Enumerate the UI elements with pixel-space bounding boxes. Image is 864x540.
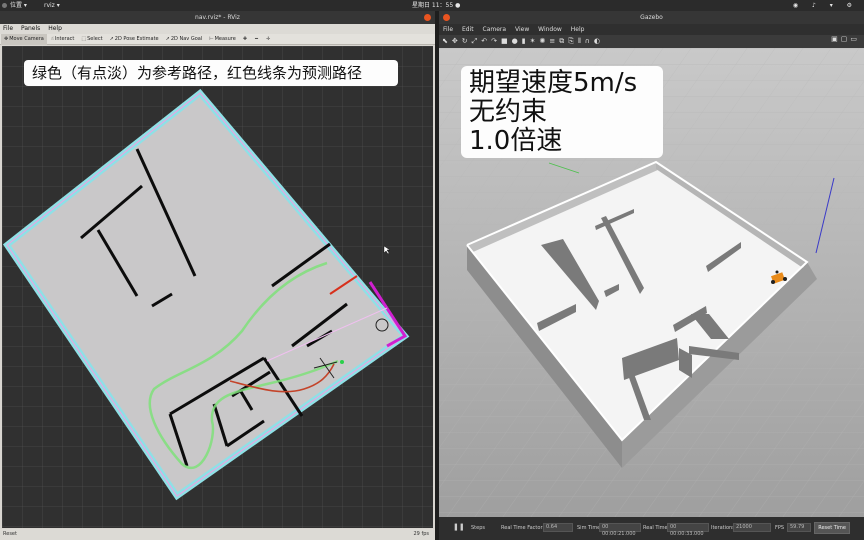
rviz-3d-view[interactable] — [2, 46, 433, 528]
gazebo-titlebar: Gazebo — [439, 11, 864, 24]
caption-line-constraint: 无约束 — [469, 97, 548, 127]
tool-measure[interactable]: ⊢Measure — [206, 34, 239, 45]
rviz-menubar: File Panels Help — [0, 24, 435, 34]
menu-window[interactable]: Window — [538, 26, 562, 33]
tool-select[interactable]: ⬚Select — [78, 34, 105, 45]
screenshot-tool-icon[interactable]: ▢ — [841, 35, 851, 43]
tool-label: Interact — [54, 36, 75, 42]
pause-button[interactable]: ❚❚ — [453, 523, 465, 531]
menu-file[interactable]: File — [3, 25, 13, 32]
activities-icon[interactable] — [2, 3, 7, 8]
menu-file[interactable]: File — [443, 26, 453, 33]
rotate-icon[interactable]: ↻ — [462, 37, 468, 45]
reset-button[interactable]: Reset — [3, 529, 17, 540]
snap-icon[interactable]: ∩ — [585, 37, 590, 45]
menu-camera[interactable]: Camera — [483, 26, 507, 33]
menu-panels[interactable]: Panels — [21, 25, 40, 32]
tool-remove-tool[interactable]: ━ — [252, 34, 262, 45]
menu-help[interactable]: Help — [571, 26, 585, 33]
gazebo-toolbar-right: ▣▢▭ — [831, 35, 860, 43]
menu-view[interactable]: View — [515, 26, 529, 33]
gazebo-toolbar: ⬉ ✥ ↻ ⤢ ↶ ↷ ■ ● ▮ ✶ ✺ ≡ ⧉ ⎘ ⫴ ∩ ◐ — [439, 35, 864, 48]
gazebo-menubar: File Edit Camera View Window Help — [439, 24, 864, 35]
tool-interact[interactable]: ☝Interact — [48, 34, 78, 45]
copy-icon[interactable]: ⧉ — [559, 37, 564, 45]
interact-icon: ☝ — [50, 36, 54, 42]
paste-icon[interactable]: ⎘ — [568, 37, 574, 45]
tool-label: Measure — [214, 36, 236, 42]
real-time-factor-value: 0.64 — [543, 523, 573, 532]
fps-readout: 29 fps — [413, 531, 430, 537]
iterations-label: Iterations — [711, 525, 735, 531]
system-top-bar: 位置 ▾ rviz ▾ 星期日 11：55 ● ◉ ♪ ▾ ⚙ — [0, 0, 864, 11]
dirlight-icon[interactable]: ≡ — [549, 37, 555, 45]
translate-icon[interactable]: ✥ — [452, 37, 458, 45]
rviz-window: nav.rviz* - RViz File Panels Help ✥Move … — [0, 11, 435, 540]
nav-goal-icon: ➚ — [165, 36, 170, 42]
iterations-value: 21000 — [733, 523, 771, 532]
move-camera-icon: ✥ — [4, 36, 9, 42]
sim-time-label: Sim Time — [577, 525, 601, 531]
real-time-factor-label: Real Time Factor: — [501, 525, 545, 531]
camera-view-icon[interactable]: ◐ — [594, 37, 600, 45]
undo-icon[interactable]: ↶ — [481, 37, 487, 45]
remove-tool-icon: ━ — [255, 36, 259, 42]
clock[interactable]: 星期日 11：55 ● — [412, 0, 460, 11]
tool-pose-estimate[interactable]: ➚2D Pose Estimate — [107, 34, 162, 45]
sphere-icon[interactable]: ● — [512, 37, 518, 45]
gazebo-bottom-bar: ❚❚ Steps Real Time Factor: 0.64 Sim Time… — [439, 517, 864, 540]
fps-label: FPS — [775, 525, 785, 531]
tool-label: Move Camera — [9, 36, 44, 42]
pointer-icon[interactable]: ⬉ — [442, 37, 448, 45]
gazebo-window-title: Gazebo — [640, 14, 663, 21]
sim-time-value: 00 00:00:21.000 — [599, 523, 641, 537]
robot-position — [340, 360, 344, 364]
cylinder-icon[interactable]: ▮ — [522, 37, 526, 45]
select-icon: ⬚ — [81, 36, 87, 42]
screenshot-tool-icon[interactable]: ▣ — [831, 35, 841, 43]
system-tray[interactable]: ◉ ♪ ▾ ⚙ — [793, 0, 858, 11]
align-icon[interactable]: ⫴ — [578, 37, 581, 45]
caption-line-speed: 期望速度5m/s — [469, 68, 638, 98]
redo-icon[interactable]: ↷ — [491, 37, 497, 45]
add-tool-icon: ✚ — [242, 36, 248, 42]
scale-icon[interactable]: ⤢ — [472, 37, 478, 45]
screenshot-tool-icon[interactable]: ▭ — [850, 35, 860, 43]
tool-nav-goal[interactable]: ➚2D Nav Goal — [163, 34, 206, 45]
pose-estimate-icon: ➚ — [109, 36, 114, 42]
tool-add-tool[interactable]: ✚ — [240, 34, 251, 45]
tool-target[interactable]: ✛ — [263, 34, 274, 45]
places-menu[interactable]: 位置 ▾ — [10, 0, 27, 11]
target-icon: ✛ — [266, 36, 271, 42]
tool-move-camera[interactable]: ✥Move Camera — [1, 34, 47, 45]
rviz-statusbar: Reset 29 fps — [0, 529, 435, 540]
reset-time-button[interactable]: Reset Time — [814, 522, 850, 534]
app-menu[interactable]: rviz ▾ — [44, 0, 60, 11]
fps-value: 59.79 — [787, 523, 811, 532]
real-time-value: 00 00:00:33.000 — [667, 523, 709, 537]
light-icon[interactable]: ✶ — [530, 37, 536, 45]
steps-label: Steps — [471, 525, 485, 531]
spotlight-icon[interactable]: ✺ — [539, 37, 545, 45]
menu-edit[interactable]: Edit — [462, 26, 474, 33]
rviz-toolbar: ✥Move Camera ☝Interact ⬚Select ➚2D Pose Est… — [0, 34, 435, 45]
rviz-map-canvas[interactable] — [2, 46, 433, 528]
close-icon[interactable] — [443, 14, 450, 21]
measure-icon: ⊢ — [209, 36, 214, 42]
tool-label: 2D Pose Estimate — [114, 36, 159, 42]
gazebo-caption-overlay: 期望速度5m/s 无约束 1.0倍速 — [461, 66, 663, 158]
caption-line-playback: 1.0倍速 — [469, 126, 563, 156]
real-time-label: Real Time — [643, 525, 668, 531]
tool-label: 2D Nav Goal — [170, 36, 203, 42]
tool-label: Select — [87, 36, 103, 42]
rviz-titlebar: nav.rviz* - RViz — [0, 11, 435, 24]
menu-help[interactable]: Help — [48, 25, 62, 32]
box-icon[interactable]: ■ — [501, 37, 508, 45]
rviz-caption-overlay: 绿色（有点淡）为参考路径，红色线条为预测路径 — [24, 60, 398, 86]
rviz-window-title: nav.rviz* - RViz — [195, 14, 240, 21]
close-icon[interactable] — [424, 14, 431, 21]
